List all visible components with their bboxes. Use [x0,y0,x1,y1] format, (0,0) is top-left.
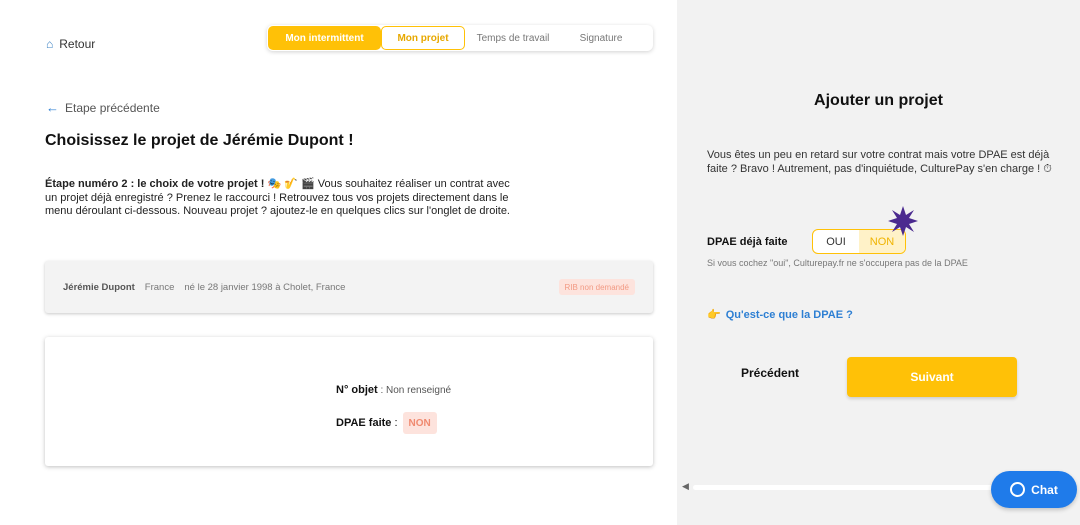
dpae-toggle-label: DPAE déjà faite [707,236,788,248]
dpae-info-label: Qu'est-ce que la DPAE ? [725,308,853,321]
dpae-sep: : [391,417,398,429]
dpae-oui-option[interactable]: OUI [813,230,859,253]
project-card[interactable]: N° objet : Non renseigné DPAE faite : NO… [45,337,653,466]
chat-bubble-icon [1010,482,1026,497]
step-signature[interactable]: Signature [561,26,641,50]
dpae-hint: Si vous cochez "oui", Culturepay.fr ne s… [707,258,968,268]
dpae-info-link[interactable]: 👉 Qu'est-ce que la DPAE ? [707,308,853,322]
add-project-panel: Ajouter un projet Vous êtes un peu en re… [677,0,1080,525]
intermittent-card[interactable]: Jérémie Dupont France né le 28 janvier 1… [45,261,653,313]
previous-button[interactable]: Précédent [741,366,799,380]
back-label: Retour [59,37,96,51]
previous-step-label: Etape précédente [65,100,160,115]
next-button[interactable]: Suivant [847,357,1017,397]
back-link[interactable]: ⌂ Retour [46,37,95,51]
intro-emojis: 🎭 🎷 🎬 [267,178,315,190]
intro-text: Étape numéro 2 : le choix de votre proje… [45,178,520,219]
previous-step-link[interactable]: ← Etape précédente [46,100,160,115]
main-area: ⌂ Retour Mon intermittent Mon projet Tem… [0,0,677,525]
burst-icon [888,206,918,236]
scroll-left-icon[interactable]: ◀ [682,481,689,492]
intro-bold: Étape numéro 2 : le choix de votre proje… [45,178,265,190]
person-country: France [144,281,175,293]
page-title: Choisissez le projet de Jérémie Dupont ! [45,132,354,149]
dpae-label: DPAE faite [336,417,392,429]
dpae-status-badge: NON [402,412,437,434]
pointing-hand-icon: 👉 [707,309,721,321]
home-icon: ⌂ [46,37,54,51]
scrollbar-thumb[interactable] [693,485,993,490]
rib-status-badge: RIB non demandé [558,279,635,295]
project-dpae: DPAE faite : NON [336,412,437,434]
objet-value: : Non renseigné [377,385,452,396]
arrow-left-icon: ← [46,100,59,115]
chat-label: Chat [1031,482,1058,497]
step-mon-projet[interactable]: Mon projet [381,26,465,50]
panel-description: Vous êtes un peu en retard sur votre con… [707,149,1052,175]
panel-title: Ajouter un projet [814,92,943,109]
stepper: Mon intermittent Mon projet Temps de tra… [267,25,653,51]
chat-button[interactable]: Chat [991,471,1077,508]
step-mon-intermittent[interactable]: Mon intermittent [268,26,381,50]
step-temps-de-travail[interactable]: Temps de travail [465,26,561,50]
project-objet: N° objet : Non renseigné [336,384,451,396]
objet-label: N° objet [336,384,378,396]
person-name: Jérémie Dupont [63,281,135,293]
person-birth: né le 28 janvier 1998 à Cholet, France [184,281,346,293]
